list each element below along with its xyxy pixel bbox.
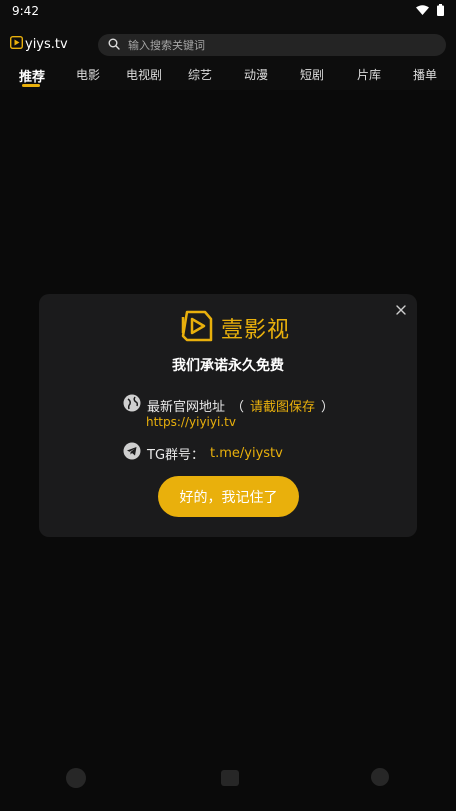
globe-icon — [123, 394, 141, 416]
search-input[interactable]: 输入搜索关键词 — [98, 34, 446, 56]
tab-anime[interactable]: 动漫 — [244, 66, 268, 83]
logo-play-icon — [9, 35, 24, 53]
nav-center-icon — [221, 770, 239, 786]
tab-recommended[interactable]: 推荐 — [19, 66, 45, 85]
active-tab-indicator — [22, 84, 40, 87]
status-bar: 9:42 — [0, 0, 456, 22]
brand-name: 壹影视 — [221, 318, 291, 343]
battery-icon — [437, 3, 444, 19]
search-icon — [108, 38, 120, 53]
telegram-label: TG群号： — [147, 447, 205, 463]
confirm-button[interactable]: 好的，我记住了 — [158, 476, 299, 517]
site-hint-paren-close: ） — [321, 399, 335, 415]
tab-playlists[interactable]: 播单 — [413, 66, 437, 83]
search-placeholder: 输入搜索关键词 — [128, 39, 205, 52]
official-site-label: 最新官网地址 — [147, 399, 226, 415]
app-logo[interactable]: yiys.tv — [9, 35, 68, 53]
status-icons — [416, 3, 444, 19]
telegram-icon — [123, 442, 141, 464]
dialog-title: 我们承诺永久免费 — [172, 358, 284, 374]
brand-logo: 壹影视 — [179, 308, 290, 348]
site-hint: 请截图保存 — [250, 399, 316, 415]
tab-short-drama[interactable]: 短剧 — [300, 66, 324, 83]
official-site-link[interactable]: https://yiyiyi.tv — [146, 415, 236, 429]
tab-variety[interactable]: 综艺 — [188, 66, 212, 83]
telegram-row: TG群号： t.me/yiystv — [123, 442, 283, 464]
logo-text: yiys.tv — [25, 37, 68, 52]
site-hint-paren-open: （ — [231, 399, 245, 415]
announcement-dialog: 壹影视 我们承诺永久免费 最新官网地址 （ 请截图保存 ） https://yiyiy… — [39, 294, 417, 537]
brand-play-icon — [179, 308, 215, 348]
tab-tv-series[interactable]: 电视剧 — [126, 66, 162, 83]
status-time: 9:42 — [12, 4, 39, 18]
nav-home-icon — [66, 768, 86, 788]
official-site-row: 最新官网地址 （ 请截图保存 ） — [123, 394, 334, 416]
nav-profile-icon — [371, 768, 389, 786]
wifi-icon — [416, 4, 429, 18]
telegram-link[interactable]: t.me/yiystv — [210, 446, 283, 461]
tab-library[interactable]: 片库 — [357, 66, 381, 83]
close-icon[interactable] — [393, 302, 409, 318]
app-header: yiys.tv 输入搜索关键词 — [0, 30, 456, 60]
category-tabs: 推荐 电影 电视剧 综艺 动漫 短剧 片库 播单 — [0, 62, 456, 90]
tab-movies[interactable]: 电影 — [76, 66, 100, 83]
